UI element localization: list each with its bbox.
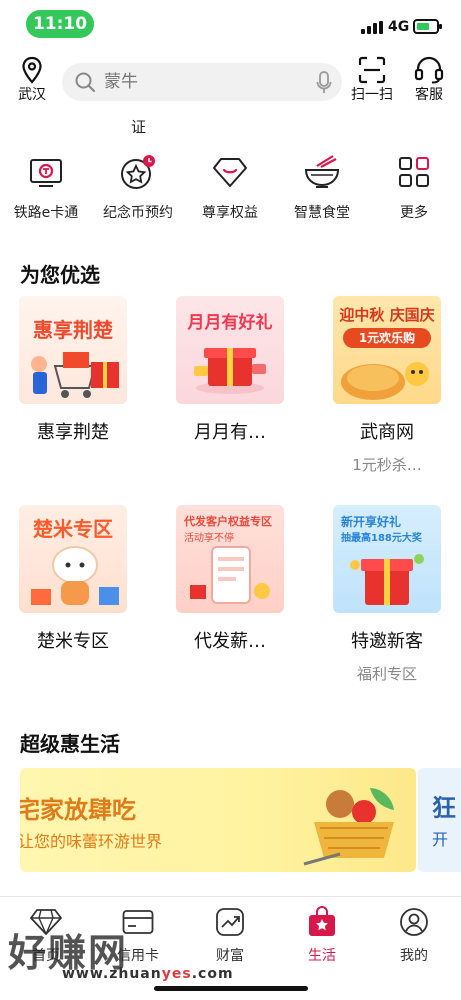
tab-mine[interactable]: 我的 [368,905,460,965]
card-title: 楚米专区 [37,631,109,652]
tab-wealth[interactable]: 财富 [184,905,276,965]
life-section-title: 超级惠生活 [20,732,120,756]
card-title: 月月有… [194,422,266,443]
signal-icon [361,21,383,34]
search-icon [75,72,96,93]
recommend-section-title: 为您优选 [20,263,100,287]
microphone-icon[interactable] [316,71,332,95]
watermark-url: www.zhuanyes.com [62,966,234,982]
card-title: 惠享荆楚 [37,422,109,443]
status-bar: 11:10 4G [0,0,461,46]
card-title: 武商网 [360,422,414,443]
tab-home[interactable]: 首页 [0,905,92,965]
mascot-illustration [31,546,119,605]
diamond-icon [213,158,247,187]
next-banner[interactable]: 狂 开 [418,768,461,872]
banner-title: 宅家放肆吃 [20,796,136,824]
card-huixiang-jingchu[interactable]: 惠享荆楚 惠享荆楚 [18,296,128,444]
card-payroll[interactable]: 代发客户权益专区 活动享不停 代发薪… [175,505,285,653]
location-label: 武汉 [18,87,46,103]
card-wushang[interactable]: 迎中秋 庆国庆 1元欢乐购 武商网 1元秒杀… [332,296,442,475]
mooncake-illustration [341,362,429,400]
status-time: 11:10 [26,10,94,38]
diamond-home-icon [30,909,62,935]
card-chumi-zone[interactable]: 楚米专区 楚米专区 [18,505,128,653]
location-button[interactable]: 武汉 [14,56,50,104]
card-image: 惠享荆楚 [19,296,127,404]
tab-life[interactable]: 生活 [276,905,368,965]
food-basket-illustration [303,788,394,866]
quick-item-more[interactable]: 更多 [368,150,460,222]
life-banner-carousel[interactable]: 宅家放肆吃 让您的味蕾环游世界 狂 开 [20,768,461,872]
quick-item-coin-reservation[interactable]: 纪念币预约 [92,150,184,222]
quick-item-smart-canteen[interactable]: 智慧食堂 [276,150,368,222]
person-icon [400,908,428,936]
gift-box-illustration [350,554,424,605]
gift-box-illustration [194,348,266,394]
card-image: 月月有好礼 [176,296,284,404]
home-indicator [154,986,308,991]
search-input[interactable] [104,72,304,92]
customer-service-button[interactable]: 客服 [406,56,452,104]
card-image: 新开享好礼 抽最高188元大奖 [333,505,441,613]
quick-item-premium-rights[interactable]: 尊享权益 [184,150,276,222]
food-banner[interactable]: 宅家放肆吃 让您的味蕾环游世界 [20,768,416,872]
service-label: 客服 [415,87,443,103]
search-bar[interactable] [62,63,342,101]
bowl-icon [304,155,340,188]
card-image: 楚米专区 [19,505,127,613]
tab-credit-card[interactable]: 信用卡 [92,905,184,965]
battery-icon [413,19,442,34]
scan-button[interactable]: 扫一扫 [349,56,395,104]
card-subtitle: 福利专区 [356,665,417,683]
banner-subtitle: 让您的味蕾环游世界 [20,832,163,851]
credit-card-icon [122,910,154,934]
card-title: 代发薪… [194,631,266,652]
card-monthly-gift[interactable]: 月月有好礼 月月有… [175,296,285,444]
coin-clock-icon [121,155,155,189]
promo-pill: 1元欢乐购 [343,328,431,348]
card-title: 特邀新客 [351,631,423,652]
scan-label: 扫一扫 [351,87,393,103]
card-image: 代发客户权益专区 活动享不停 [176,505,284,613]
scrolled-grid-remnant: 证 [0,106,461,136]
quick-item-railway-card[interactable]: 铁路e卡通 [0,150,92,222]
grid-icon [399,157,429,187]
bottom-tab-bar: 首页 信用卡 财富 生活 我的 [0,896,461,1000]
card-image: 迎中秋 庆国庆 1元欢乐购 [333,296,441,404]
network-type: 4G [388,19,410,35]
trend-chart-icon [216,908,244,936]
card-subtitle: 1元秒杀… [352,456,422,474]
location-pin-icon [22,56,42,84]
top-header: 武汉 扫一扫 客服 [0,52,461,108]
train-card-icon [30,159,62,187]
cut-off-label: 证 [131,118,147,136]
card-new-customer[interactable]: 新开享好礼 抽最高188元大奖 特邀新客 福利专区 [332,505,442,684]
shopping-cart-illustration [31,352,119,398]
quick-services: 铁路e卡通 纪念币预约 尊享权益 智慧食堂 更多 [0,150,461,230]
headset-icon [414,56,444,84]
shopping-bag-icon [309,906,335,936]
phone-illustration [190,546,270,604]
scan-icon [358,56,386,84]
